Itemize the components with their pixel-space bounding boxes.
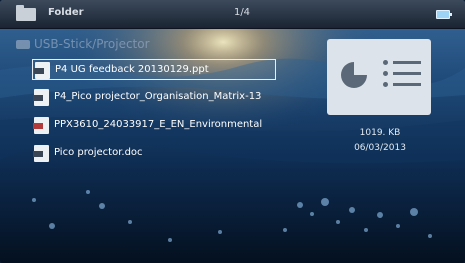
usb-drive-icon — [16, 40, 30, 49]
doc-file-icon — [33, 145, 49, 162]
file-name: P4 UG feedback 20130129.ppt — [55, 64, 209, 75]
page-indicator: 1/4 — [233, 7, 251, 18]
pie-chart-icon — [341, 62, 367, 88]
top-bar: Folder 1/4 — [0, 0, 465, 29]
file-item-doc[interactable]: Pico projector.doc — [32, 143, 276, 164]
file-item-xls[interactable]: P4_Pico projector_Organisation_Matrix-13 — [32, 87, 276, 108]
list-lines-icon — [383, 60, 421, 94]
folder-icon — [16, 5, 36, 21]
breadcrumb-label: USB-Stick/Projector — [34, 37, 150, 51]
file-date: 06/03/2013 — [354, 143, 406, 153]
file-item-ppt[interactable]: P4 UG feedback 20130129.ppt — [32, 59, 276, 80]
file-size: 1019. KB — [359, 128, 401, 138]
file-list: P4 UG feedback 20130129.ppt P4_Pico proj… — [32, 59, 276, 171]
file-browser-screen: Folder 1/4 USB-Stick/Projector P4 UG fee… — [0, 0, 465, 263]
file-name: P4_Pico projector_Organisation_Matrix-13 — [54, 91, 262, 102]
ppt-file-icon — [34, 62, 50, 79]
file-name: Pico projector.doc — [54, 147, 143, 158]
pdf-file-icon — [33, 117, 49, 134]
xls-file-icon — [33, 89, 49, 106]
file-item-pdf[interactable]: PPX3610_24033917_E_EN_Environmental — [32, 115, 276, 136]
breadcrumb: USB-Stick/Projector — [16, 37, 150, 51]
battery-icon — [436, 10, 452, 19]
file-type-preview — [327, 39, 431, 115]
page-title: Folder — [48, 7, 84, 18]
file-name: PPX3610_24033917_E_EN_Environmental — [54, 119, 263, 130]
